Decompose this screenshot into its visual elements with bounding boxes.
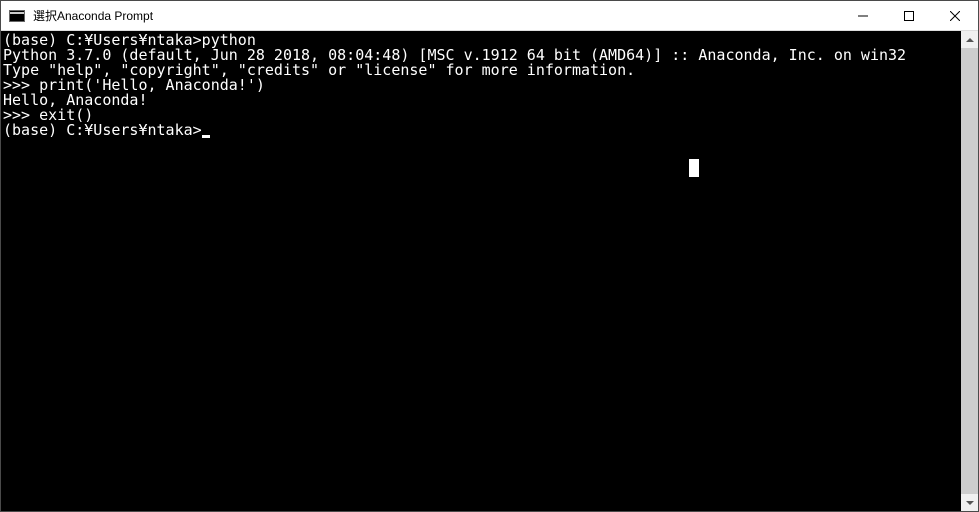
scroll-up-button[interactable] (961, 31, 978, 48)
text-cursor (202, 135, 210, 138)
window-controls (840, 1, 978, 30)
scrollbar-thumb[interactable] (961, 48, 978, 494)
scrollbar-track[interactable] (961, 48, 978, 494)
terminal-icon (9, 10, 25, 22)
content-area: (base) C:¥Users¥ntaka>pythonPython 3.7.0… (1, 31, 978, 511)
maximize-button[interactable] (886, 1, 932, 30)
selection-cursor (689, 159, 699, 177)
scroll-down-button[interactable] (961, 494, 978, 511)
app-window: 選択Anaconda Prompt (base) C:¥Users¥ntaka>… (0, 0, 979, 512)
close-button[interactable] (932, 1, 978, 30)
terminal-line: Hello, Anaconda! (3, 93, 959, 108)
titlebar[interactable]: 選択Anaconda Prompt (1, 1, 978, 31)
terminal-output[interactable]: (base) C:¥Users¥ntaka>pythonPython 3.7.0… (1, 31, 961, 511)
window-title: 選択Anaconda Prompt (33, 7, 840, 24)
vertical-scrollbar[interactable] (961, 31, 978, 511)
minimize-button[interactable] (840, 1, 886, 30)
terminal-line: (base) C:¥Users¥ntaka> (3, 123, 959, 138)
